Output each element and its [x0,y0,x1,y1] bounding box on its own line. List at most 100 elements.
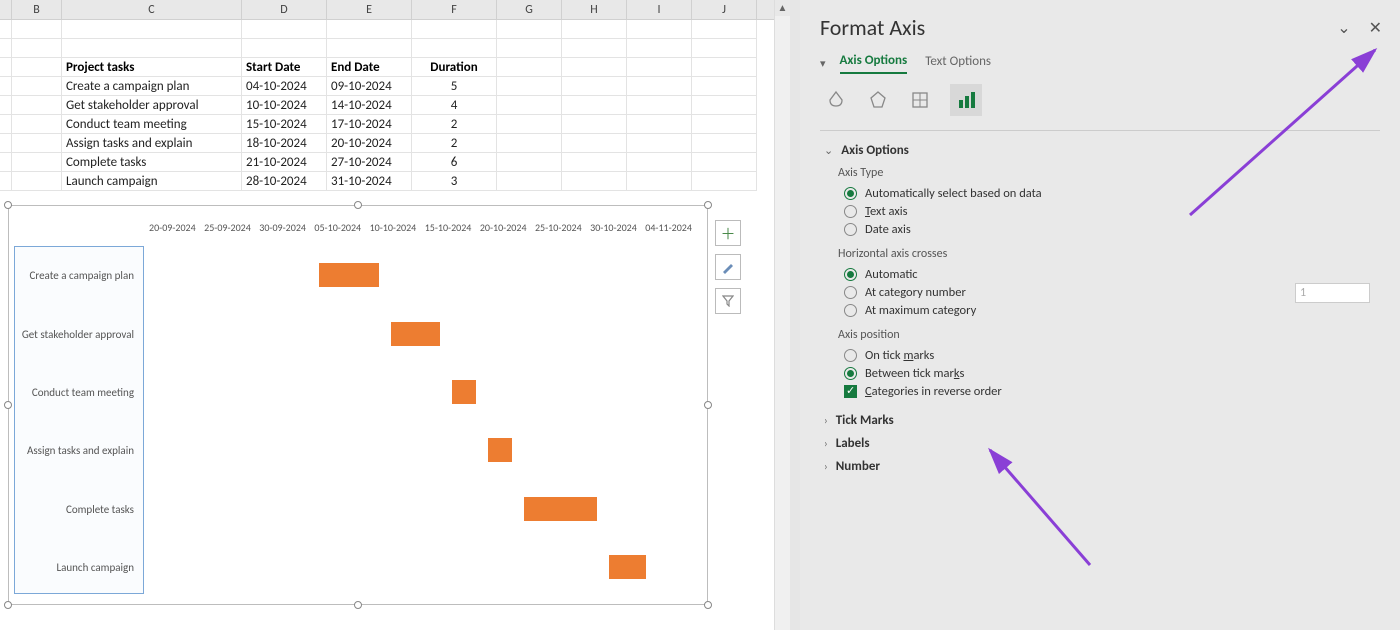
cell-duration[interactable]: 4 [412,96,497,115]
radio-label: On tick marks [865,348,934,363]
cell-task[interactable]: Get stakeholder approval [62,96,242,115]
gantt-bar[interactable] [609,555,645,579]
y-category-label[interactable]: Get stakeholder approval [15,328,140,341]
radio-date-axis[interactable]: Date axis [844,222,1380,237]
section-number[interactable]: › Number [820,459,1380,474]
resize-handle[interactable] [4,601,12,609]
resize-handle[interactable] [704,601,712,609]
col-header-C[interactable]: C [62,0,242,19]
y-category-label[interactable]: Launch campaign [15,561,140,574]
radio-between-tick[interactable]: Between tick marks [844,366,1380,381]
resize-handle[interactable] [704,401,712,409]
radio-at-max-category[interactable]: At maximum category [844,303,1380,318]
table-row[interactable]: Complete tasks 21-10-2024 27-10-2024 6 [0,153,790,172]
cell-task[interactable]: Complete tasks [62,153,242,172]
table-row[interactable]: Create a campaign plan 04-10-2024 09-10-… [0,77,790,96]
table-header-row[interactable]: Project tasks Start Date End Date Durati… [0,58,790,77]
category-number-input[interactable] [1295,283,1370,303]
resize-handle[interactable] [704,201,712,209]
gantt-bar[interactable] [391,322,439,346]
cell-task[interactable]: Assign tasks and explain [62,134,242,153]
resize-handle[interactable] [4,201,12,209]
cell-end[interactable]: 09-10-2024 [327,77,412,96]
cell-duration[interactable]: 2 [412,115,497,134]
fill-line-icon[interactable] [824,88,848,112]
y-category-label[interactable]: Complete tasks [15,503,140,516]
header-duration[interactable]: Duration [412,58,497,77]
gantt-bar[interactable] [524,497,597,521]
cell-duration[interactable]: 2 [412,134,497,153]
gantt-bar[interactable] [319,263,380,287]
chart-styles-button[interactable] [715,254,741,280]
radio-icon [844,304,857,317]
resize-handle[interactable] [354,201,362,209]
y-category-label[interactable]: Create a campaign plan [15,269,140,282]
y-category-label[interactable]: Conduct team meeting [15,386,140,399]
radio-label: At maximum category [865,303,976,318]
size-properties-icon[interactable] [908,88,932,112]
cell-start[interactable]: 04-10-2024 [242,77,327,96]
radio-at-category-number[interactable]: At category number [844,285,1380,300]
checkbox-reverse-order[interactable]: Categories in reverse order [844,384,1380,399]
header-end[interactable]: End Date [327,58,412,77]
section-axis-options[interactable]: ⌄ Axis Options [820,143,1380,158]
cell-task[interactable]: Conduct team meeting [62,115,242,134]
col-header-G[interactable]: G [497,0,562,19]
vertical-scrollbar[interactable]: ▲ [774,0,790,630]
cell-start[interactable]: 15-10-2024 [242,115,327,134]
tab-text-options[interactable]: Text Options [925,54,991,73]
cell-duration[interactable]: 3 [412,172,497,191]
corner-cell[interactable] [0,0,12,19]
col-header-I[interactable]: I [627,0,692,19]
cell-duration[interactable]: 6 [412,153,497,172]
col-header-J[interactable]: J [692,0,757,19]
chart-filters-button[interactable] [715,288,741,314]
table-row[interactable]: Get stakeholder approval 10-10-2024 14-1… [0,96,790,115]
gantt-chart[interactable]: 20-09-202425-09-202430-09-202405-10-2024… [8,205,708,605]
header-start[interactable]: Start Date [242,58,327,77]
pane-close-button[interactable]: ✕ [1369,18,1382,38]
x-axis-labels[interactable]: 20-09-202425-09-202430-09-202405-10-2024… [149,221,692,234]
col-header-F[interactable]: F [412,0,497,19]
cell-end[interactable]: 27-10-2024 [327,153,412,172]
radio-automatic[interactable]: Automatic [844,267,1380,282]
col-header-B[interactable]: B [12,0,62,19]
scroll-up-arrow[interactable]: ▲ [775,0,790,16]
chart-elements-button[interactable]: ＋ [715,220,741,246]
resize-handle[interactable] [354,601,362,609]
pane-collapse-button[interactable]: ⌄ [1337,18,1350,38]
radio-on-tick[interactable]: On tick marks [844,348,1380,363]
resize-handle[interactable] [4,401,12,409]
axis-options-icon[interactable] [950,84,982,116]
cell-duration[interactable]: 5 [412,77,497,96]
cell-start[interactable]: 28-10-2024 [242,172,327,191]
tab-dropdown-icon[interactable]: ▾ [820,57,826,70]
radio-label: Automatically select based on data [865,186,1042,201]
gantt-bar[interactable] [488,438,512,462]
y-axis-categories-selected[interactable]: Create a campaign plan Get stakeholder ap… [14,246,144,594]
cell-end[interactable]: 31-10-2024 [327,172,412,191]
cell-start[interactable]: 21-10-2024 [242,153,327,172]
y-category-label[interactable]: Assign tasks and explain [15,444,140,457]
tab-axis-options[interactable]: Axis Options [840,53,908,74]
table-row[interactable]: Launch campaign 28-10-2024 31-10-2024 3 [0,172,790,191]
effects-icon[interactable] [866,88,890,112]
cell-start[interactable]: 10-10-2024 [242,96,327,115]
radio-auto-select[interactable]: Automatically select based on data [844,186,1380,201]
cell-end[interactable]: 17-10-2024 [327,115,412,134]
gantt-bar[interactable] [452,380,476,404]
col-header-H[interactable]: H [562,0,627,19]
header-tasks[interactable]: Project tasks [62,58,242,77]
cell-task[interactable]: Create a campaign plan [62,77,242,96]
cell-start[interactable]: 18-10-2024 [242,134,327,153]
cell-end[interactable]: 20-10-2024 [327,134,412,153]
table-row[interactable]: Conduct team meeting 15-10-2024 17-10-20… [0,115,790,134]
table-row[interactable]: Assign tasks and explain 18-10-2024 20-1… [0,134,790,153]
col-header-E[interactable]: E [327,0,412,19]
col-header-D[interactable]: D [242,0,327,19]
radio-text-axis[interactable]: Text axis [844,204,1380,219]
section-labels[interactable]: › Labels [820,436,1380,451]
cell-task[interactable]: Launch campaign [62,172,242,191]
section-tick-marks[interactable]: › Tick Marks [820,413,1380,428]
cell-end[interactable]: 14-10-2024 [327,96,412,115]
